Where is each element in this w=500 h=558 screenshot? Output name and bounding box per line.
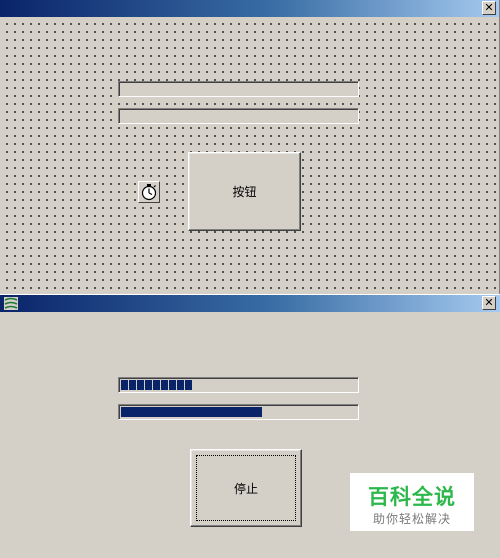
segmented-progress-bar bbox=[118, 377, 359, 393]
app-logo-icon bbox=[4, 297, 18, 310]
timer-control[interactable] bbox=[138, 181, 160, 203]
close-icon: ✕ bbox=[484, 296, 494, 309]
stop-button[interactable]: 停止 bbox=[190, 449, 302, 527]
designer-button-label: 按钮 bbox=[232, 185, 257, 199]
progress-segment bbox=[169, 380, 176, 390]
progress-segment bbox=[185, 380, 192, 390]
progress-segment bbox=[145, 380, 152, 390]
designer-window: ✕ 按钮 bbox=[0, 0, 500, 294]
progress-bar-placeholder-2[interactable] bbox=[118, 108, 359, 124]
watermark-title: 百科全说 bbox=[368, 485, 456, 509]
runtime-close-button[interactable]: ✕ bbox=[482, 296, 496, 310]
designer-button[interactable]: 按钮 bbox=[188, 152, 301, 231]
watermark-logo: 百科全说 助你轻松解决 bbox=[350, 473, 474, 531]
progress-segment bbox=[121, 380, 128, 390]
progress-segment bbox=[161, 380, 168, 390]
smooth-progress-bar bbox=[118, 404, 359, 420]
designer-title-bar[interactable]: ✕ bbox=[0, 0, 499, 17]
progress-segment bbox=[129, 380, 136, 390]
progress-segment bbox=[153, 380, 160, 390]
progress-bar-placeholder-1[interactable] bbox=[118, 81, 359, 97]
smooth-progress-fill bbox=[121, 407, 262, 417]
designer-close-button[interactable]: ✕ bbox=[482, 1, 496, 15]
focus-ring bbox=[196, 455, 296, 521]
watermark-subtitle: 助你轻松解决 bbox=[372, 512, 451, 526]
progress-segment bbox=[177, 380, 184, 390]
progress-segment bbox=[137, 380, 144, 390]
stopwatch-icon bbox=[141, 184, 157, 201]
close-icon: ✕ bbox=[484, 1, 494, 14]
runtime-title-bar[interactable]: ✕ bbox=[0, 295, 500, 312]
